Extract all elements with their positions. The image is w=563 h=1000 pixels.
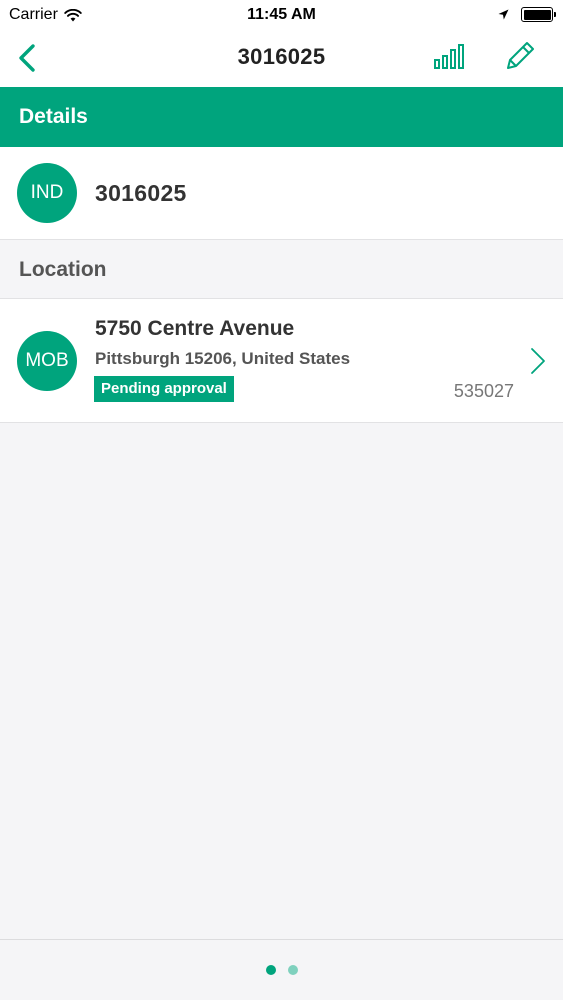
detail-row: IND 3016025	[0, 147, 563, 240]
page-indicator	[0, 965, 563, 975]
details-header: Details	[0, 87, 563, 147]
nav-bar: 3016025	[0, 30, 563, 87]
status-badge: Pending approval	[94, 376, 234, 402]
location-header: Location	[0, 240, 563, 299]
location-row[interactable]: MOB 5750 Centre Avenue Pittsburgh 15206,…	[0, 299, 563, 423]
chevron-left-icon[interactable]	[14, 42, 40, 74]
page-dot[interactable]	[265, 965, 276, 975]
page-title: 3016025	[237, 44, 326, 69]
pencil-icon[interactable]	[502, 38, 538, 74]
battery-fill	[523, 9, 551, 20]
status-right	[498, 7, 556, 22]
avatar: IND	[17, 163, 77, 223]
status-bar: Carrier 11:45 AM	[0, 0, 563, 30]
location-city: Pittsburgh 15206, United States	[95, 349, 351, 368]
battery-icon	[521, 7, 556, 22]
status-time: 11:45 AM	[247, 6, 316, 23]
location-arrow-icon	[498, 9, 509, 20]
chevron-right-icon	[531, 348, 545, 374]
bar-chart-icon[interactable]	[432, 42, 468, 72]
location-number: 535027	[453, 381, 514, 401]
avatar: MOB	[17, 331, 77, 391]
page-dot[interactable]	[287, 965, 298, 975]
location-address: 5750 Centre Avenue	[95, 317, 295, 340]
detail-id: 3016025	[95, 180, 187, 206]
screen: Carrier 11:45 AM 3016025 Details IND 301…	[0, 0, 563, 1000]
bottom-divider	[0, 939, 563, 940]
